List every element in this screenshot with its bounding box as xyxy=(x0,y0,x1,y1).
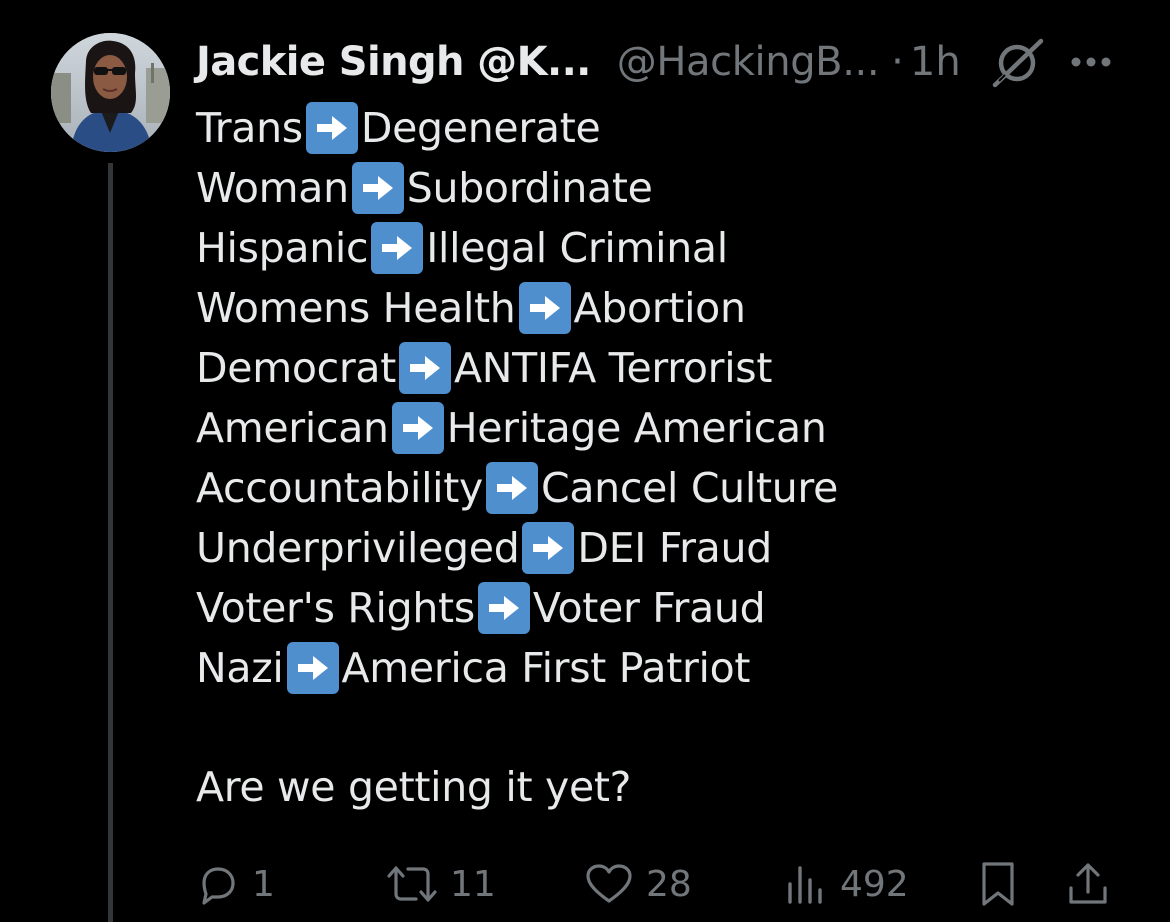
line-left: American xyxy=(196,404,389,452)
right-arrow-emoji-icon xyxy=(477,582,530,634)
line-left: Democrat xyxy=(196,344,397,392)
line-right: Heritage American xyxy=(446,404,827,452)
bookmark-icon xyxy=(982,862,1014,906)
line-left: Nazi xyxy=(196,644,284,692)
right-arrow-emoji-icon xyxy=(371,222,424,274)
like-count: 28 xyxy=(646,863,692,905)
repost-button[interactable]: 11 xyxy=(386,852,496,916)
line-left: Womens Health xyxy=(196,284,516,332)
line-right: ANTIFA Terrorist xyxy=(454,344,773,392)
tweet-text: Trans Degenerate Woman Subordinate Hispa… xyxy=(196,98,1136,698)
line-right: DEI Fraud xyxy=(577,524,772,572)
line-left: Trans xyxy=(196,104,303,152)
avatar-image xyxy=(51,33,170,152)
text-line: Woman Subordinate xyxy=(196,158,1136,218)
avatar[interactable] xyxy=(51,33,170,152)
right-arrow-emoji-icon xyxy=(486,462,539,514)
line-right: America First Patriot xyxy=(341,644,751,692)
text-line: Womens Health Abortion xyxy=(196,278,1136,338)
reply-icon xyxy=(202,867,235,905)
right-arrow-emoji-icon xyxy=(391,402,444,454)
text-line: Trans Degenerate xyxy=(196,98,1136,158)
right-arrow-emoji-icon xyxy=(522,522,575,574)
closing-line: Are we getting it yet? xyxy=(196,763,632,811)
share-button[interactable] xyxy=(1066,852,1110,916)
repost-count: 11 xyxy=(450,863,496,905)
bookmark-button[interactable] xyxy=(978,852,1018,916)
text-line: Underprivileged DEI Fraud xyxy=(196,518,1136,578)
line-left: Hispanic xyxy=(196,224,369,272)
separator-dot: · xyxy=(891,39,904,85)
views-icon xyxy=(788,866,822,904)
heart-icon xyxy=(586,864,632,903)
text-line: Hispanic Illegal Criminal xyxy=(196,218,1136,278)
views-button[interactable]: 492 xyxy=(784,852,909,916)
line-right: Subordinate xyxy=(406,164,653,212)
line-right: Illegal Criminal xyxy=(426,224,728,272)
text-line: American Heritage American xyxy=(196,398,1136,458)
share-icon xyxy=(1069,863,1107,904)
action-bar: 1 11 28 492 xyxy=(196,852,1126,916)
line-left: Underprivileged xyxy=(196,524,520,572)
tweet-header: Jackie Singh @K... @HackingB... · 1h xyxy=(196,34,1126,90)
right-arrow-emoji-icon xyxy=(286,642,339,694)
text-line: Voter's Rights Voter Fraud xyxy=(196,578,1136,638)
timestamp[interactable]: 1h xyxy=(910,39,961,85)
line-right: Cancel Culture xyxy=(541,464,838,512)
right-arrow-emoji-icon xyxy=(305,102,358,154)
more-dots-icon[interactable] xyxy=(1068,48,1114,76)
right-arrow-emoji-icon xyxy=(518,282,571,334)
like-button[interactable]: 28 xyxy=(584,852,692,916)
user-handle[interactable]: @HackingB... xyxy=(617,39,880,85)
text-line: Democrat ANTIFA Terrorist xyxy=(196,338,1136,398)
reply-button[interactable]: 1 xyxy=(196,852,275,916)
grok-icon[interactable] xyxy=(991,35,1045,89)
line-left: Accountability xyxy=(196,464,484,512)
text-line: Nazi America First Patriot xyxy=(196,638,1136,698)
thread-line xyxy=(108,163,113,922)
line-right: Abortion xyxy=(573,284,746,332)
line-right: Degenerate xyxy=(360,104,601,152)
views-count: 492 xyxy=(840,863,909,905)
line-left: Voter's Rights xyxy=(196,584,475,632)
right-arrow-emoji-icon xyxy=(351,162,404,214)
reply-count: 1 xyxy=(252,863,275,905)
repost-icon xyxy=(387,866,437,902)
text-line: Accountability Cancel Culture xyxy=(196,458,1136,518)
right-arrow-emoji-icon xyxy=(399,342,452,394)
line-left: Woman xyxy=(196,164,349,212)
line-right: Voter Fraud xyxy=(532,584,766,632)
display-name[interactable]: Jackie Singh @K... xyxy=(196,39,591,85)
